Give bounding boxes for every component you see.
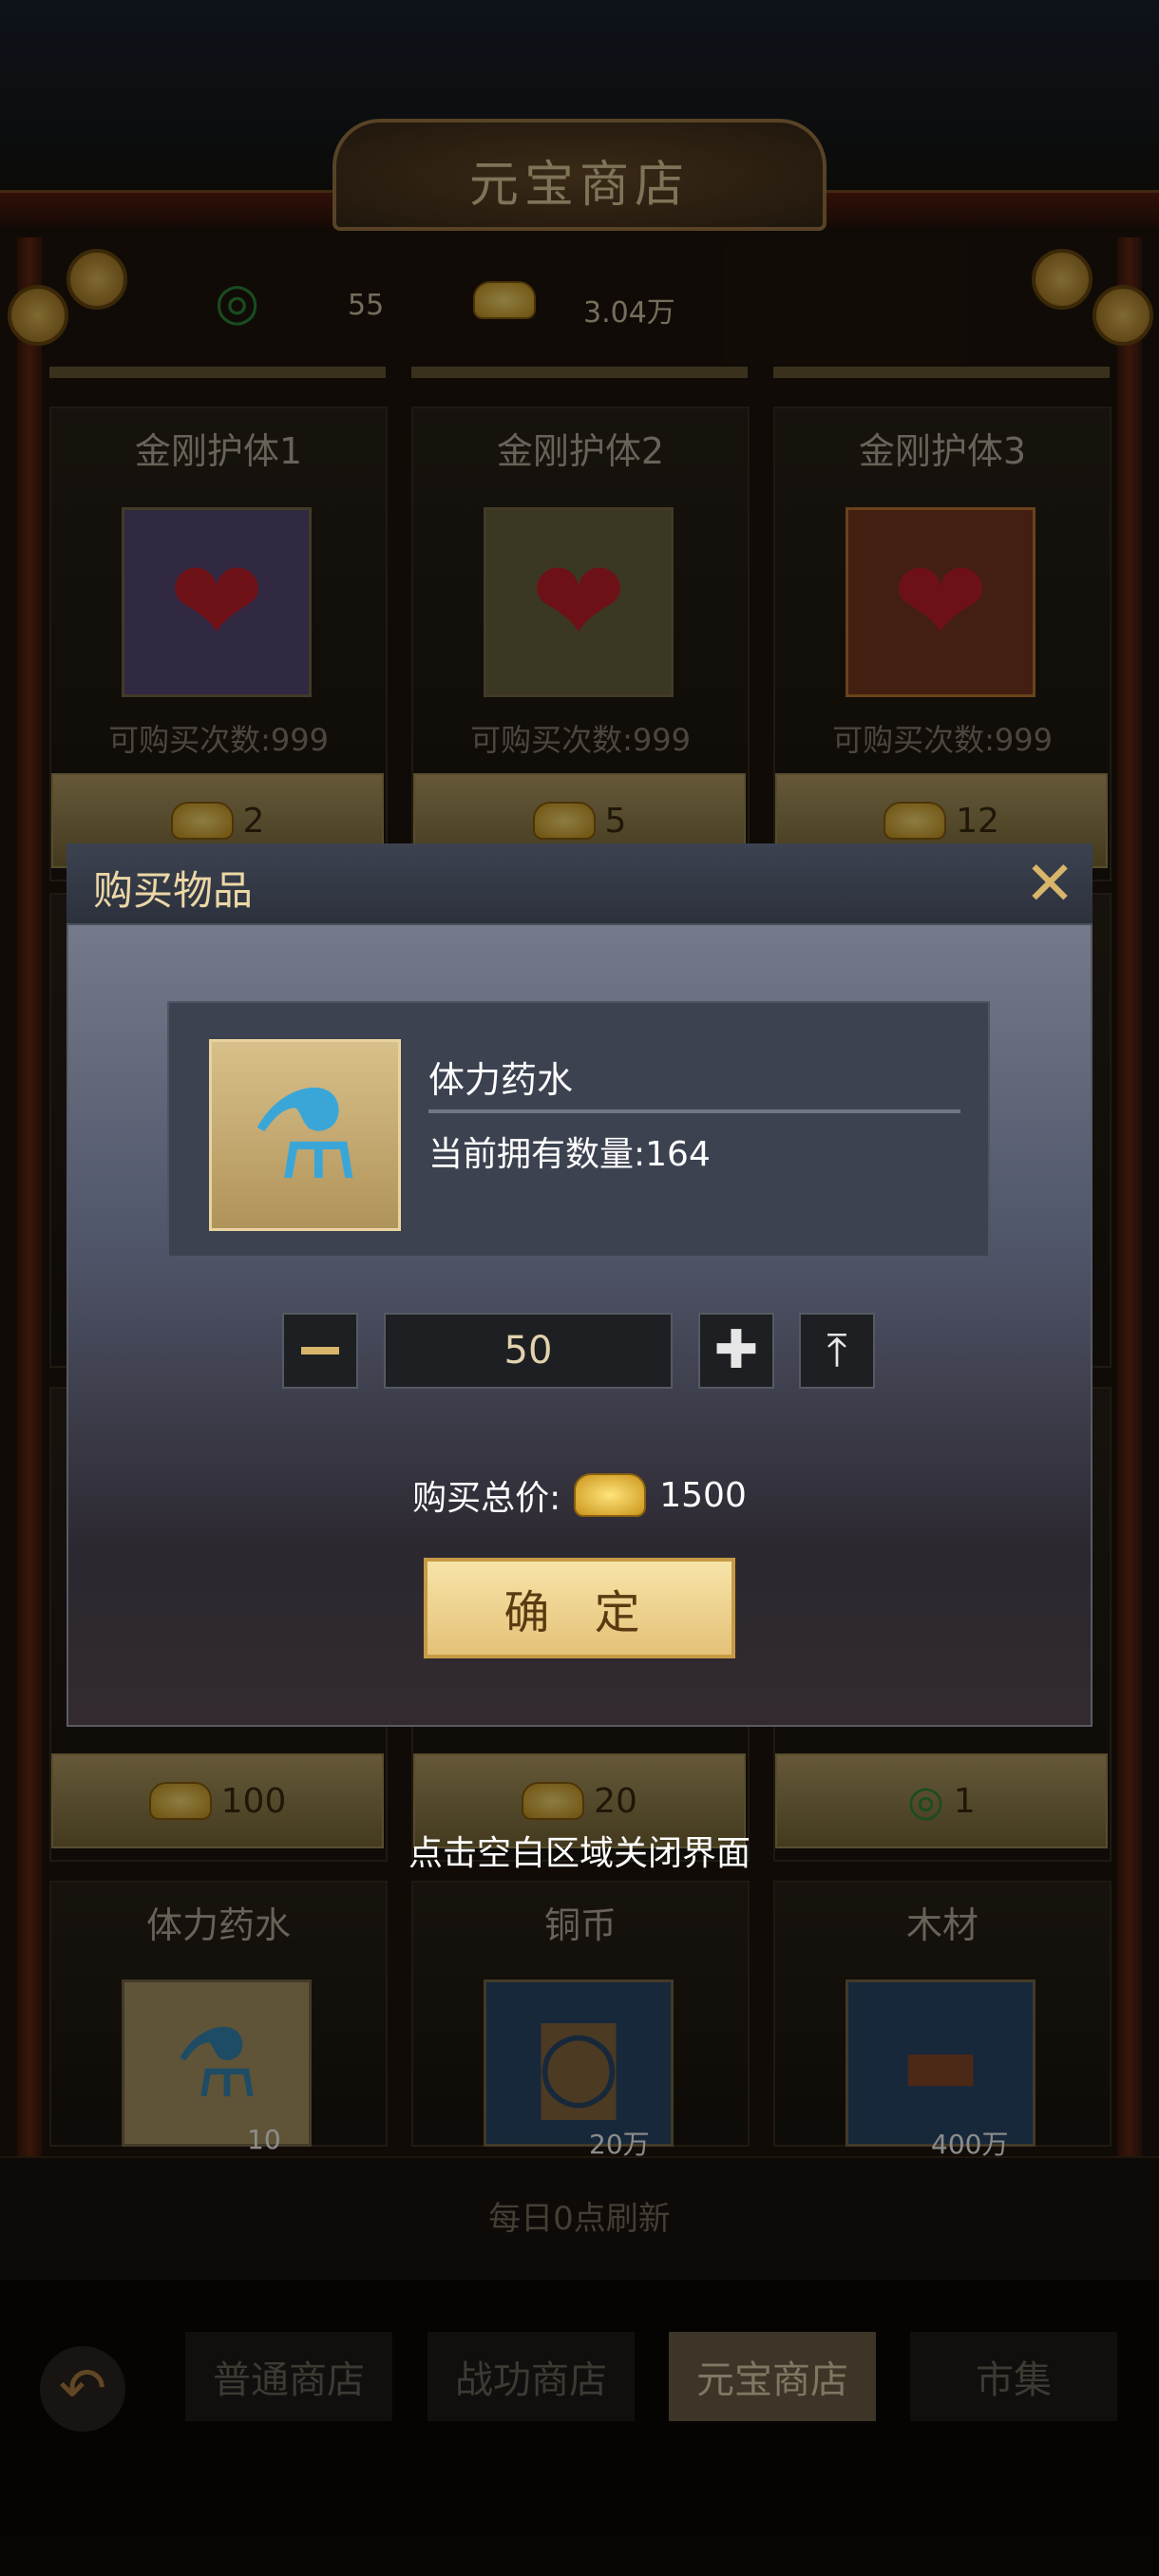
gold-ingot-icon [574, 1473, 647, 1517]
total-value: 1500 [659, 1475, 747, 1515]
item-name: 体力药水 [428, 1059, 574, 1101]
increase-button[interactable]: ✚ [698, 1313, 774, 1389]
total-price-row: 购买总价: 1500 [66, 1470, 1092, 1520]
divider [428, 1109, 960, 1113]
owned-count: 当前拥有数量:164 [428, 1135, 711, 1174]
quantity-input[interactable]: 50 [384, 1313, 673, 1389]
close-hint: 点击空白区域关闭界面 [408, 1834, 750, 1873]
dialog-title: 购买物品 [93, 867, 254, 914]
max-arrow-icon: ⤒ [826, 1324, 847, 1377]
close-icon[interactable]: ✕ [1016, 851, 1083, 918]
confirm-button[interactable]: 确 定 [424, 1558, 735, 1658]
plus-icon: ✚ [713, 1319, 759, 1381]
max-button[interactable]: ⤒ [799, 1313, 875, 1389]
potion-icon: ⚗ [209, 1039, 401, 1231]
minus-icon [301, 1347, 339, 1354]
decrease-button[interactable] [282, 1313, 358, 1389]
total-label: 购买总价: [412, 1479, 561, 1518]
